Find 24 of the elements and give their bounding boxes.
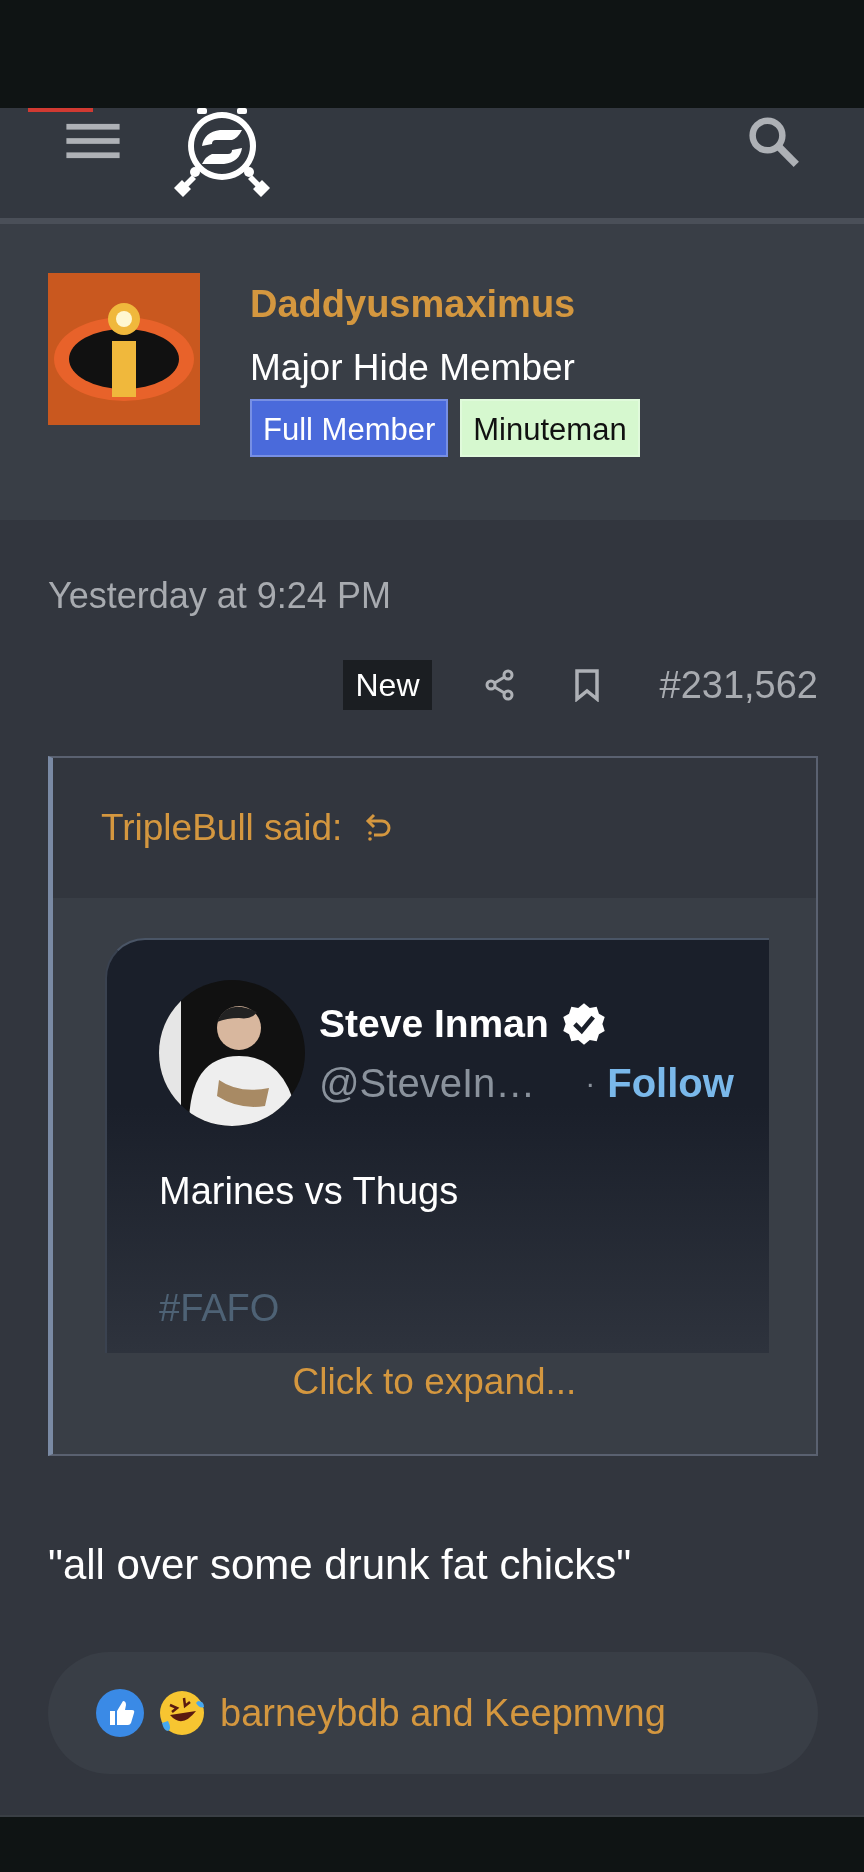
menu-icon[interactable] [66, 122, 120, 160]
reactions-bar[interactable]: barneybdb and Keepmvng [48, 1652, 818, 1774]
search-icon[interactable] [748, 116, 800, 168]
post-time[interactable]: Yesterday at 9:24 PM [48, 574, 391, 618]
avatar-icon[interactable] [48, 273, 200, 425]
username[interactable]: Daddyusmaximus [250, 281, 576, 327]
user-banner: Minuteman [460, 399, 640, 457]
quote-author[interactable]: TripleBull said: [101, 807, 343, 849]
tweet-handle: @SteveIn… [319, 1060, 536, 1106]
separator-dot: · [585, 1066, 596, 1100]
follow-link[interactable]: Follow [607, 1060, 734, 1106]
bookmark-icon[interactable] [573, 668, 600, 702]
laughing-emoji-icon [158, 1689, 206, 1737]
user-title: Major Hide Member [250, 346, 575, 390]
post-number[interactable]: #231,562 [659, 663, 818, 707]
tweet-text: Marines vs Thugs [159, 1170, 459, 1213]
user-banner: Full Member [250, 399, 449, 457]
share-icon[interactable] [483, 669, 516, 701]
post-text: "all over some drunk fat chicks" [48, 1540, 633, 1590]
like-icon [96, 1689, 144, 1737]
tweet-author-name[interactable]: Steve Inman [319, 1001, 549, 1046]
expand-link[interactable]: Click to expand... [292, 1361, 577, 1403]
reaction-users[interactable]: barneybdb and Keepmvng [220, 1691, 666, 1735]
new-label: New [343, 660, 432, 710]
